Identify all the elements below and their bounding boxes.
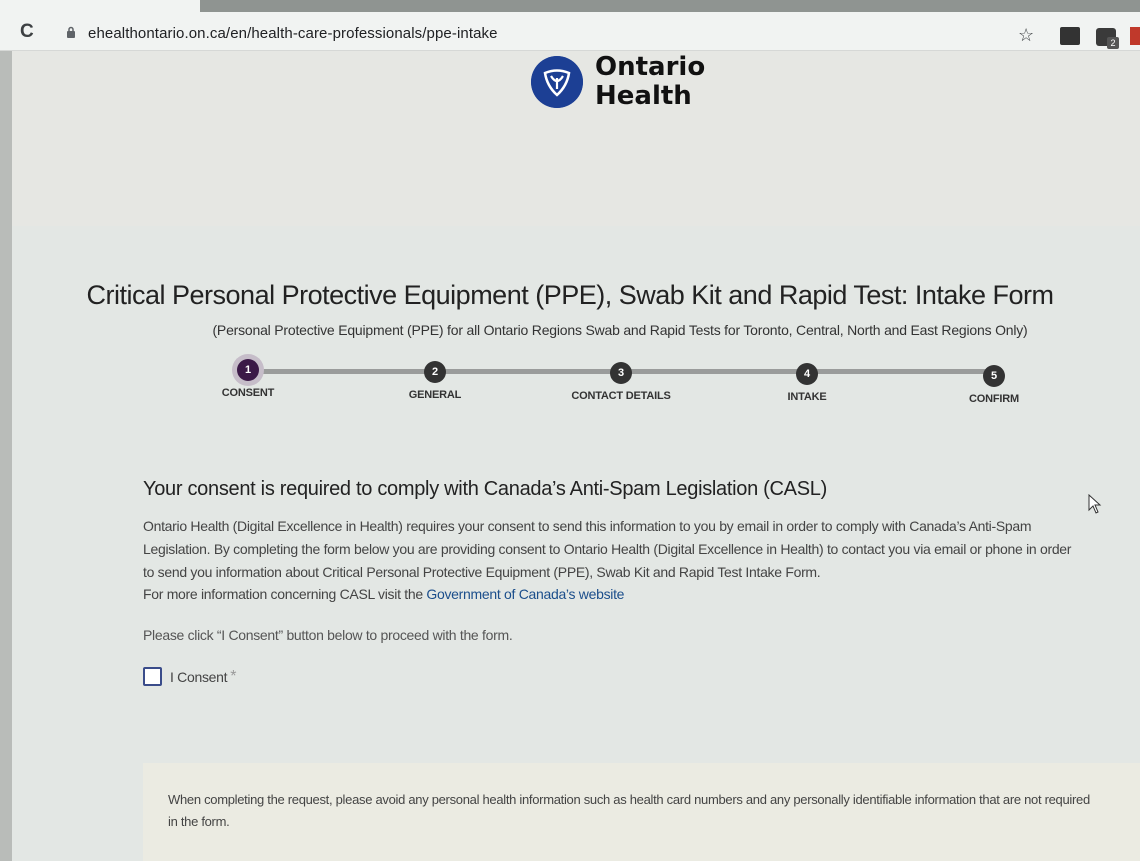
extension-icon[interactable] xyxy=(1060,27,1080,45)
bookmark-star-icon[interactable]: ☆ xyxy=(1018,26,1034,44)
step-confirm[interactable]: 5 CONFIRM xyxy=(934,365,1054,405)
address-bar-url[interactable]: ehealthontario.on.ca/en/health-care-prof… xyxy=(88,25,498,42)
consent-checkbox[interactable] xyxy=(143,667,162,686)
step-intake[interactable]: 4 INTAKE xyxy=(747,363,867,403)
extension-icon[interactable]: 2 xyxy=(1096,28,1119,49)
step-label: CONTACT DETAILS xyxy=(571,390,671,402)
more-info-text: For more information concerning CASL vis… xyxy=(143,586,624,602)
step-label: CONFIRM xyxy=(969,393,1019,405)
reload-icon[interactable]: C xyxy=(20,22,40,42)
step-number: 3 xyxy=(610,362,632,384)
extension-badge: 2 xyxy=(1107,37,1119,49)
browser-toolbar: C ehealthontario.on.ca/en/health-care-pr… xyxy=(0,0,1140,51)
step-number: 4 xyxy=(796,363,818,385)
step-general[interactable]: 2 GENERAL xyxy=(375,361,495,401)
page-subtitle: (Personal Protective Equipment (PPE) for… xyxy=(212,322,1028,338)
privacy-notice: When completing the request, please avoi… xyxy=(168,792,1090,829)
mouse-cursor-icon xyxy=(1088,494,1102,514)
step-number: 1 xyxy=(237,359,259,381)
logo-wordmark[interactable]: Ontario Health xyxy=(595,53,705,111)
consent-checkbox-label[interactable]: I Consent xyxy=(170,669,228,685)
logo-line-2: Health xyxy=(595,81,692,111)
step-consent[interactable]: 1 CONSENT xyxy=(188,359,308,399)
lock-icon[interactable] xyxy=(66,26,76,38)
photo-edge xyxy=(0,0,12,861)
government-website-link[interactable]: Government of Canada’s website xyxy=(426,586,624,602)
consent-body: Ontario Health (Digital Excellence in He… xyxy=(143,518,1072,580)
step-label: CONSENT xyxy=(221,387,275,399)
logo-line-1: Ontario xyxy=(595,52,706,82)
consent-instruction: Please click “I Consent” button below to… xyxy=(143,627,513,643)
step-number: 5 xyxy=(983,365,1005,387)
consent-field[interactable]: I Consent * xyxy=(143,667,236,686)
step-label: GENERAL xyxy=(408,389,462,401)
required-marker: * xyxy=(230,667,237,685)
more-info-prefix: For more information concerning CASL vis… xyxy=(143,586,427,602)
step-number: 2 xyxy=(424,361,446,383)
step-label: INTAKE xyxy=(787,391,827,403)
page-title: Critical Personal Protective Equipment (… xyxy=(86,280,1054,310)
consent-heading: Your consent is required to comply with … xyxy=(143,478,827,500)
step-contact-details[interactable]: 3 CONTACT DETAILS xyxy=(561,362,681,402)
ontario-trillium-logo-icon[interactable] xyxy=(531,56,583,108)
extension-icon[interactable] xyxy=(1130,27,1140,45)
tab-strip xyxy=(200,0,1140,12)
